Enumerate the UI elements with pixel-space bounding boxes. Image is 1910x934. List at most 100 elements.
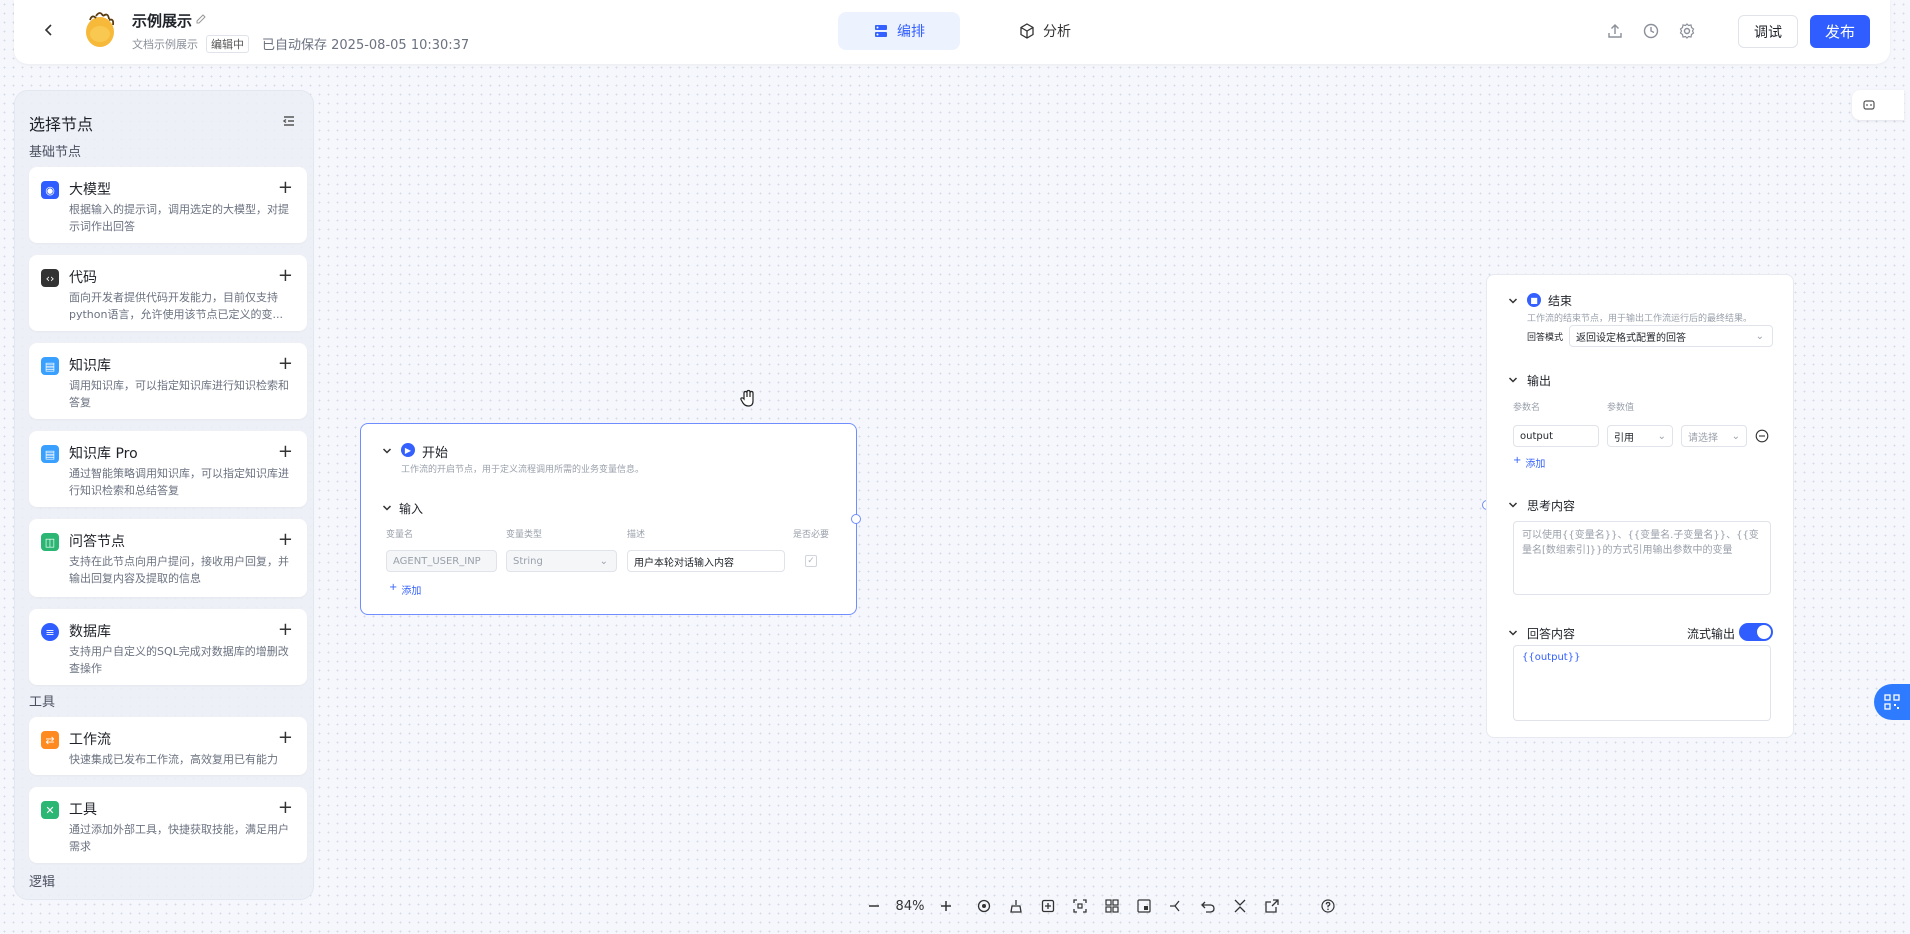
chevron-left-icon [44,24,52,36]
history-icon[interactable] [1642,22,1660,40]
node-card-workflow[interactable]: ⇄ 工作流 + 快速集成已发布工作流，高效复用已有能力 [29,717,307,775]
target-icon [977,899,991,913]
chevron-down-icon[interactable] [381,502,393,514]
edit-pencil-icon[interactable] [194,12,208,26]
export-canvas-button[interactable] [1256,890,1288,922]
col-description: 描述 [627,530,646,540]
zoom-level: 84% [895,898,925,914]
qr-code-icon [1884,694,1900,710]
node-name: 大模型 [69,182,111,198]
node-card-database[interactable]: ≡ 数据库 + 支持用户自定义的SQL完成对数据库的增删改查操作 [29,609,307,685]
chevron-down-icon[interactable] [1507,295,1519,307]
node-selector-panel: 选择节点 基础节点 ◉ 大模型 + 根据输入的提示词，调用选定的大模型，对提示词… [14,90,314,900]
node-card-knowledge[interactable]: ▤ 知识库 + 调用知识库，可以指定知识库进行知识检索和答复 [29,343,307,419]
output-param-name-field[interactable]: output [1513,425,1599,447]
side-panel-toggle[interactable] [1852,90,1904,120]
add-node-plus-icon[interactable]: + [278,353,293,374]
variable-name-field[interactable]: AGENT_USER_INP [386,550,497,572]
chevron-down-icon[interactable] [1507,374,1519,386]
panel-title: 选择节点 [29,115,94,134]
fit-view-icon [1073,899,1087,913]
branch-button[interactable] [1160,890,1192,922]
zoom-in-button[interactable] [930,890,962,922]
collapse-panel-icon[interactable] [281,113,297,129]
publish-button[interactable]: 发布 [1810,15,1870,48]
knowledge-pro-book-icon: ▤ [41,445,59,463]
answer-mode-label: 回答模式 [1527,333,1564,343]
locate-button[interactable] [968,890,1000,922]
node-desc: 快速集成已发布工作流，高效复用已有能力 [69,753,278,766]
col-variable-name: 变量名 [386,530,414,540]
minimap-button[interactable] [1128,890,1160,922]
add-node-button[interactable] [1032,890,1064,922]
back-button[interactable] [34,15,64,45]
qr-code-button[interactable] [1874,684,1910,720]
debug-button[interactable]: 调试 [1738,15,1798,48]
start-node[interactable]: ▶ 开始 工作流的开启节点，用于定义流程调用所需的业务变量信息。 输入 变量名 … [360,423,857,615]
end-stop-icon: ■ [1527,293,1541,307]
play-icon: ▶ [401,443,415,457]
clean-button[interactable] [1000,890,1032,922]
description-field[interactable]: 用户本轮对话输入内容 [627,550,785,572]
add-node-plus-icon[interactable]: + [278,177,293,198]
output-variable-select[interactable]: 请选择 ⌄ [1681,425,1747,447]
node-card-tool[interactable]: ✕ 工具 + 通过添加外部工具，快捷获取技能，满足用户需求 [29,787,307,863]
add-node-plus-icon[interactable]: + [278,529,293,550]
app-type: 文档示例展示 [132,38,198,51]
col-variable-type: 变量类型 [506,530,543,540]
node-desc: 通过智能策略调用知识库，可以指定知识库进行知识检索和总结答复 [69,467,289,497]
input-section-title: 输入 [399,502,424,516]
col-param-name: 参数名 [1513,403,1541,413]
status-badge: 编辑中 [206,35,249,53]
node-card-llm[interactable]: ◉ 大模型 + 根据输入的提示词，调用选定的大模型，对提示词作出回答 [29,167,307,243]
chevron-down-icon[interactable] [381,445,393,457]
undo-button[interactable] [1192,890,1224,922]
add-variable-button[interactable]: + 添加 [389,582,421,597]
end-node[interactable]: ■ 结束 工作流的结束节点，用于输出工作流运行后的最终结果。 回答模式 返回设定… [1486,274,1794,738]
robot-icon [1863,100,1875,110]
chevron-down-icon: ⌄ [599,555,608,567]
section-tools: 工具 [29,695,56,710]
chevron-down-icon: ⌄ [1755,330,1764,342]
node-desc: 根据输入的提示词，调用选定的大模型，对提示词作出回答 [69,203,289,233]
thinking-content-input[interactable]: 可以使用{{变量名}}、{{变量名.子变量名}}、{{变量名[数组索引]}}的方… [1513,521,1771,595]
answer-mode-select[interactable]: 返回设定格式配置的回答 ⌄ [1569,325,1773,347]
node-card-qa[interactable]: ◫ 问答节点 + 支持在此节点向用户提问，接收用户回复，并输出回复内容及提取的信… [29,519,307,597]
node-card-code[interactable]: ‹› 代码 + 面向开发者提供代码开发能力，目前仅支持python语言，允许使用… [29,255,307,331]
remove-circle-icon[interactable] [1755,429,1769,443]
add-output-button[interactable]: + 添加 [1513,455,1545,470]
add-node-plus-icon[interactable]: + [278,265,293,286]
thinking-section-title: 思考内容 [1527,499,1576,513]
end-node-subtitle: 工作流的结束节点，用于输出工作流运行后的最终结果。 [1527,314,1753,324]
export-icon[interactable] [1606,22,1624,40]
add-node-plus-icon[interactable]: + [278,797,293,818]
node-name: 数据库 [69,624,111,640]
auto-layout-button[interactable] [1096,890,1128,922]
required-checkbox[interactable]: ✓ [805,555,817,567]
fit-view-button[interactable] [1064,890,1096,922]
collapse-all-button[interactable] [1224,890,1256,922]
node-name: 工具 [69,802,97,818]
section-basic-nodes: 基础节点 [29,145,82,160]
node-card-knowledge-pro[interactable]: ▤ 知识库 Pro + 通过智能策略调用知识库，可以指定知识库进行知识检索和总结… [29,431,307,507]
tab-orchestrate[interactable]: 编排 [838,12,960,50]
add-node-plus-icon[interactable]: + [278,727,293,748]
layers-icon [875,25,887,37]
answer-content-input[interactable]: {{output}} [1513,645,1771,721]
zoom-out-button[interactable] [858,890,890,922]
chevron-down-icon[interactable] [1507,499,1519,511]
add-node-plus-icon[interactable]: + [278,441,293,462]
app-avatar [78,10,122,50]
stream-output-toggle[interactable] [1739,623,1773,641]
app-meta: 文档示例展示 编辑中 [132,35,249,53]
chevron-down-icon[interactable] [1507,627,1519,639]
start-node-output-handle[interactable] [851,514,861,524]
tab-analyze[interactable]: 分析 [990,12,1100,50]
variable-type-select[interactable]: String ⌄ [506,550,617,572]
col-required: 是否必要 [793,530,830,540]
undo-icon [1201,901,1215,913]
settings-gear-icon[interactable] [1678,22,1696,40]
help-button[interactable] [1312,890,1344,922]
add-node-plus-icon[interactable]: + [278,619,293,640]
output-ref-select[interactable]: 引用 ⌄ [1607,425,1673,447]
